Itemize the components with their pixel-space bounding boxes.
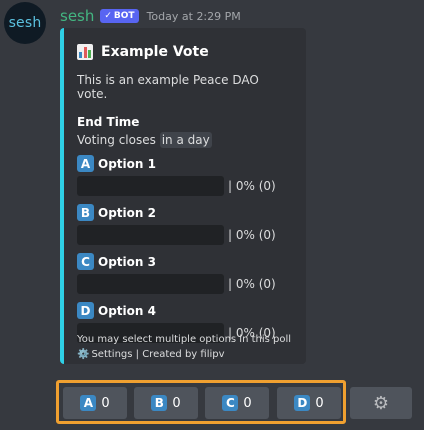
poll-option-percent: | 0% (0) [228, 179, 276, 193]
embed-title: Example Vote [77, 44, 292, 60]
poll-option-label: Option 2 [98, 205, 156, 220]
bar-chart-icon [77, 44, 93, 60]
vote-button-a[interactable]: A 0 [63, 387, 127, 419]
embed-description: This is an example Peace DAO vote. [77, 73, 259, 101]
avatar-text: sesh [8, 15, 42, 31]
username[interactable]: sesh [60, 7, 94, 25]
letter-badge-icon: B [151, 395, 168, 411]
settings-button[interactable]: ⚙ [350, 387, 412, 419]
bot-tag: ✓ BOT [100, 9, 139, 23]
gear-icon: ⚙️ [77, 349, 90, 360]
poll-embed: Example Vote This is an example Peace DA… [60, 28, 306, 364]
footer-links-text: Settings | Created by filipv [91, 349, 225, 360]
avatar[interactable]: sesh [4, 2, 46, 44]
poll-option-header: B Option 2 [77, 204, 292, 221]
vote-button-d[interactable]: D 0 [277, 387, 341, 419]
poll-option-header: C Option 3 [77, 253, 292, 270]
end-time-relative: in a day [159, 132, 212, 148]
progress-bar [77, 225, 224, 245]
poll-option-percent: | 0% (0) [228, 277, 276, 291]
poll-option: C Option 3 | 0% (0) [77, 253, 292, 294]
options-list: A Option 1 | 0% (0) B Option 2 | 0% (0) … [77, 155, 292, 343]
end-time-prefix: Voting closes [77, 133, 156, 147]
letter-badge-icon: D [294, 395, 311, 411]
poll-option: B Option 2 | 0% (0) [77, 204, 292, 245]
footer-note: You may select multiple options in this … [77, 334, 292, 345]
progress-bar [77, 274, 224, 294]
poll-option-percent: | 0% (0) [228, 228, 276, 242]
embed-footer: You may select multiple options in this … [77, 332, 291, 362]
vote-count: 0 [315, 395, 324, 411]
poll-option: A Option 1 | 0% (0) [77, 155, 292, 196]
vote-count: 0 [101, 395, 110, 411]
letter-badge-icon: D [77, 302, 94, 319]
embed-title-text: Example Vote [101, 44, 209, 60]
end-time-label: End Time [77, 115, 140, 129]
poll-option-header: A Option 1 [77, 155, 292, 172]
timestamp: Today at 2:29 PM [146, 9, 241, 23]
letter-badge-icon: A [80, 395, 97, 411]
end-time-value: Voting closes in a day [77, 132, 292, 148]
verified-check-icon: ✓ [104, 11, 112, 21]
gear-icon: ⚙ [372, 392, 390, 414]
letter-badge-icon: C [77, 253, 94, 270]
progress-bar [77, 176, 224, 196]
poll-option-result: | 0% (0) [77, 274, 292, 294]
bot-tag-label: BOT [113, 11, 135, 21]
vote-button-b[interactable]: B 0 [134, 387, 198, 419]
message-header: sesh ✓ BOT Today at 2:29 PM [60, 6, 241, 26]
poll-option-label: Option 4 [98, 303, 156, 318]
footer-links: ⚙️ Settings | Created by filipv [77, 347, 291, 362]
vote-count: 0 [243, 395, 252, 411]
letter-badge-icon: A [77, 155, 94, 172]
vote-button-c[interactable]: C 0 [205, 387, 269, 419]
poll-option-result: | 0% (0) [77, 225, 292, 245]
poll-option-result: | 0% (0) [77, 176, 292, 196]
poll-option-label: Option 1 [98, 156, 156, 171]
poll-option-label: Option 3 [98, 254, 156, 269]
letter-badge-icon: B [77, 204, 94, 221]
vote-count: 0 [172, 395, 181, 411]
poll-option-header: D Option 4 [77, 302, 292, 319]
letter-badge-icon: C [222, 395, 239, 411]
